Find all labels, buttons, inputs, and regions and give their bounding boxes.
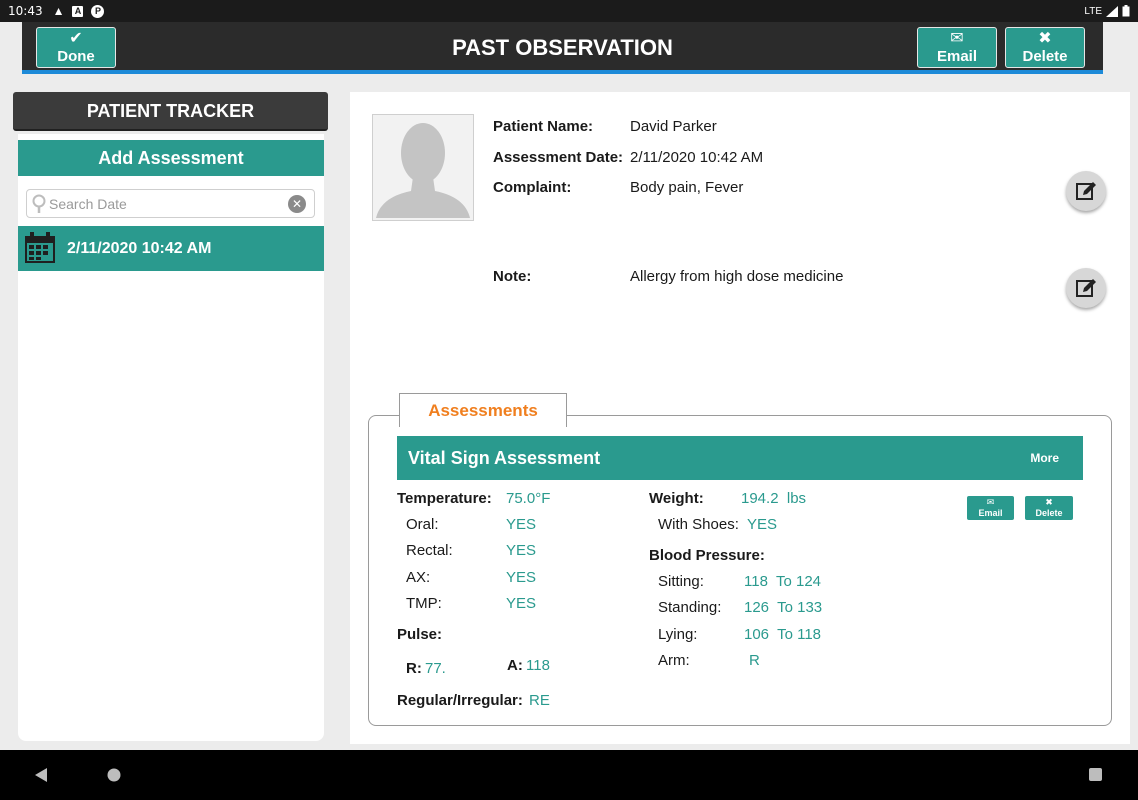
assessment-email-button[interactable]: ✉ Email: [967, 496, 1014, 520]
assessment-date-label: Assessment Date:: [493, 149, 624, 166]
regular-irregular-value: RE: [529, 692, 550, 709]
search-date-input[interactable]: [49, 193, 285, 215]
calendar-icon: [25, 232, 55, 263]
temperature-label: Temperature:: [397, 490, 492, 507]
close-icon: ✖: [1045, 497, 1053, 507]
done-button[interactable]: ✔ Done: [36, 27, 116, 68]
close-icon: ✖: [1038, 30, 1052, 47]
lying-value: 106 To 118: [744, 626, 822, 643]
person-silhouette-icon: [376, 123, 470, 218]
signal-icon: [1106, 5, 1118, 17]
status-bar: 10:43 ▲ A P LTE: [0, 0, 1138, 22]
sitting-value: 118 To 124: [744, 573, 822, 590]
edit-note-button[interactable]: [1066, 268, 1106, 308]
app-bar-underline: [22, 70, 1103, 74]
add-assessment-button[interactable]: Add Assessment: [18, 140, 324, 176]
with-shoes-value: YES: [747, 516, 778, 533]
recents-icon[interactable]: [1088, 767, 1103, 782]
app-p-icon: P: [91, 4, 105, 18]
search-box: ✕: [26, 189, 315, 218]
pulse-a-label: A:: [507, 657, 523, 674]
complaint-value: Body pain, Fever: [630, 179, 744, 196]
standing-label: Standing:: [658, 599, 722, 616]
patient-avatar: [372, 114, 474, 221]
warning-icon: ▲: [52, 4, 65, 18]
oral-label: Oral:: [406, 516, 439, 533]
app-bar: PAST OBSERVATION ✔ Done ✉ Email ✖ Delete: [22, 22, 1103, 74]
sidebar: Add Assessment ✕ 2/11/2020 10:42 AM: [18, 134, 324, 741]
note-value: Allergy from high dose medicine: [630, 268, 844, 285]
patient-name-label: Patient Name:: [493, 118, 594, 135]
assessment-date-value: 2/11/2020 10:42 AM: [630, 149, 764, 166]
delete-button[interactable]: ✖ Delete: [1005, 27, 1085, 68]
assessment-email-label: Email: [978, 508, 1003, 518]
note-label: Note:: [493, 268, 532, 285]
delete-button-label: Delete: [1022, 48, 1068, 65]
battery-icon: [1122, 5, 1130, 17]
list-item-date: 2/11/2020 10:42 AM: [67, 240, 212, 257]
edit-complaint-button[interactable]: [1066, 171, 1106, 211]
search-icon: [32, 194, 46, 213]
tmp-label: TMP:: [406, 595, 442, 612]
navigation-bar: [0, 750, 1138, 800]
envelope-icon: ✉: [986, 497, 995, 507]
weight-value: 194.2 lbs: [741, 490, 807, 507]
tmp-value: YES: [506, 595, 537, 612]
temperature-value: 75.0°F: [506, 490, 551, 507]
regular-irregular-label: Regular/Irregular:: [397, 692, 523, 709]
assessment-card-title: Vital Sign Assessment: [408, 448, 601, 468]
list-item[interactable]: 2/11/2020 10:42 AM: [18, 226, 324, 271]
clear-search-icon[interactable]: ✕: [288, 195, 306, 213]
with-shoes-label: With Shoes:: [658, 516, 739, 533]
blood-pressure-label: Blood Pressure:: [649, 547, 765, 564]
done-button-label: Done: [57, 48, 95, 65]
ax-label: AX:: [406, 569, 431, 586]
ax-value: YES: [506, 569, 537, 586]
status-right: LTE: [1084, 5, 1130, 17]
pulse-r-value: 77.: [425, 660, 446, 677]
sitting-label: Sitting:: [658, 573, 704, 590]
oral-value: YES: [506, 516, 537, 533]
patient-name-value: David Parker: [630, 118, 717, 135]
status-time: 10:43: [8, 4, 43, 18]
more-button[interactable]: More: [1030, 436, 1059, 480]
patient-tracker-header: PATIENT TRACKER: [13, 92, 328, 131]
pulse-a-value: 118: [526, 657, 550, 674]
complaint-label: Complaint:: [493, 179, 572, 196]
rectal-label: Rectal:: [406, 542, 453, 559]
edit-icon: [1076, 279, 1096, 297]
lying-label: Lying:: [658, 626, 698, 643]
pulse-label: Pulse:: [397, 626, 443, 643]
envelope-icon: ✉: [950, 30, 964, 47]
vital-sign-assessment-header: Vital Sign Assessment More: [397, 436, 1083, 480]
home-icon[interactable]: [106, 767, 122, 783]
edit-icon: [1076, 182, 1096, 200]
assessment-delete-label: Delete: [1035, 508, 1063, 518]
arm-value: R: [749, 652, 760, 669]
arm-label: Arm:: [658, 652, 690, 669]
assessments-tab[interactable]: Assessments: [399, 393, 567, 427]
back-icon[interactable]: [34, 767, 48, 783]
network-type: LTE: [1084, 5, 1102, 17]
weight-label: Weight:: [649, 490, 704, 507]
checkmark-icon: ✔: [69, 30, 83, 47]
assessment-delete-button[interactable]: ✖ Delete: [1025, 496, 1073, 520]
email-button-label: Email: [936, 48, 978, 65]
email-button[interactable]: ✉ Email: [917, 27, 997, 68]
main-panel: Patient Name: David Parker Assessment Da…: [350, 92, 1130, 744]
app-a-icon: A: [72, 5, 84, 17]
rectal-value: YES: [506, 542, 537, 559]
standing-value: 126 To 133: [744, 599, 823, 616]
pulse-r-label: R:: [406, 660, 422, 677]
